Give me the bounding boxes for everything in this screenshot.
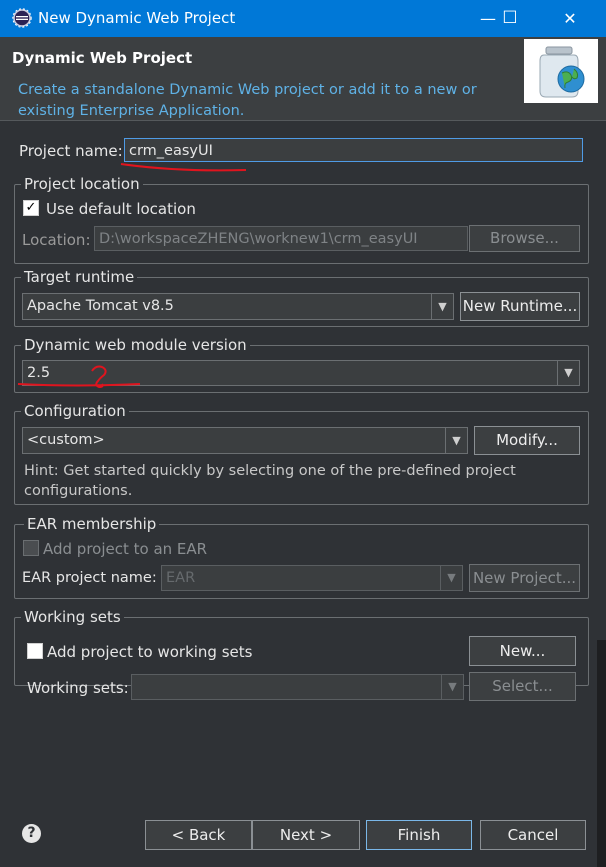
banner-description: Create a standalone Dynamic Web project … <box>18 82 477 119</box>
location-label: Location: <box>22 231 91 249</box>
add-to-ear-checkbox[interactable] <box>23 540 39 556</box>
working-sets-select[interactable] <box>131 674 464 700</box>
eclipse-app-icon <box>12 8 32 28</box>
add-to-working-sets-label: Add project to working sets <box>47 643 253 661</box>
target-runtime-group-label: Target runtime <box>21 268 138 286</box>
maximize-button[interactable]: ☐ <box>488 0 532 37</box>
target-runtime-value: Apache Tomcat v8.5 <box>27 298 174 314</box>
add-to-ear-label: Add project to an EAR <box>43 540 208 558</box>
back-button[interactable]: < Back <box>145 820 252 850</box>
project-name-input[interactable]: crm_easyUI <box>124 138 583 162</box>
new-runtime-button[interactable]: New Runtime... <box>460 292 580 321</box>
use-default-location-label: Use default location <box>46 200 196 218</box>
module-version-select[interactable]: 2.5 <box>22 360 580 386</box>
jar-globe-icon <box>524 39 598 103</box>
configuration-hint: Hint: Get started quickly by selecting o… <box>24 463 516 499</box>
configuration-value: <custom> <box>27 432 105 448</box>
add-to-working-sets-checkbox[interactable] <box>27 643 43 659</box>
finish-button[interactable]: Finish <box>366 820 472 850</box>
window-title: New Dynamic Web Project <box>38 9 236 27</box>
modify-button[interactable]: Modify... <box>474 426 580 455</box>
module-version-group-label: Dynamic web module version <box>21 336 250 354</box>
next-button[interactable]: Next > <box>252 820 360 850</box>
location-input[interactable]: D:\workspaceZHENG\worknew1\crm_easyUI <box>94 226 468 251</box>
working-sets-group-label: Working sets <box>21 608 124 626</box>
banner-title: Dynamic Web Project <box>12 49 193 67</box>
cancel-button[interactable]: Cancel <box>480 820 586 850</box>
new-working-set-button[interactable]: New... <box>469 636 576 666</box>
ear-project-name-value: EAR <box>166 570 196 586</box>
module-version-value: 2.5 <box>27 365 51 381</box>
help-icon[interactable]: ? <box>22 824 41 843</box>
browse-button[interactable]: Browse... <box>469 225 580 252</box>
chevron-down-icon[interactable]: ▼ <box>445 428 467 453</box>
chevron-down-icon[interactable]: ▼ <box>557 361 579 385</box>
ear-project-name-label: EAR project name: <box>22 570 157 586</box>
close-button[interactable]: ✕ <box>548 0 592 37</box>
ear-membership-group-label: EAR membership <box>24 515 160 533</box>
background-window-edge <box>597 640 606 867</box>
project-name-label: Project name: <box>19 142 123 160</box>
new-project-button[interactable]: New Project... <box>469 564 580 592</box>
use-default-location-checkbox[interactable]: ✓ <box>23 200 39 216</box>
target-runtime-select[interactable]: Apache Tomcat v8.5 <box>22 293 454 320</box>
chevron-down-icon[interactable]: ▼ <box>440 566 462 590</box>
working-sets-label: Working sets: <box>27 679 129 697</box>
project-location-group-label: Project location <box>21 175 143 193</box>
chevron-down-icon[interactable]: ▼ <box>431 294 453 319</box>
configuration-select[interactable]: <custom> <box>22 427 468 454</box>
select-working-sets-button[interactable]: Select... <box>469 672 576 701</box>
project-location-group <box>14 184 589 264</box>
chevron-down-icon[interactable]: ▼ <box>441 675 463 699</box>
checkmark-icon: ✓ <box>25 200 37 215</box>
configuration-group-label: Configuration <box>21 402 129 420</box>
ear-project-name-select[interactable]: EAR <box>161 565 463 591</box>
